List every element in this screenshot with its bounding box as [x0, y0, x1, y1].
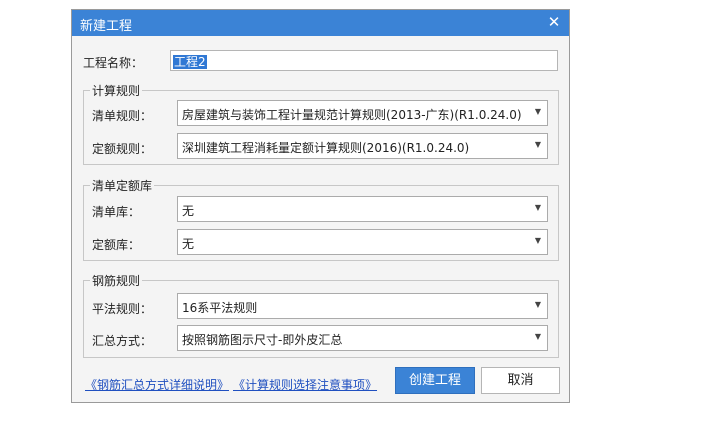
quota-rule-select[interactable]: 深圳建筑工程消耗量定额计算规则(2016)(R1.0.24.0) ▼ — [177, 133, 548, 159]
project-name-input[interactable]: 工程2 — [170, 50, 558, 71]
rebar-rules-legend: 钢筋规则 — [92, 274, 141, 288]
cancel-button[interactable]: 取消 — [481, 367, 560, 394]
close-icon[interactable]: ✕ — [545, 12, 563, 32]
quota-lib-value: 无 — [182, 237, 195, 251]
bill-rule-select[interactable]: 房屋建筑与装饰工程计量规范计算规则(2013-广东)(R1.0.24.0) ▼ — [177, 100, 548, 126]
flat-rule-label: 平法规则： — [92, 302, 153, 316]
bill-lib-label: 清单库： — [92, 205, 141, 219]
chevron-down-icon: ▼ — [534, 140, 541, 149]
quota-rule-label: 定额规则： — [92, 142, 153, 156]
project-name-label: 工程名称： — [83, 56, 144, 70]
chevron-down-icon: ▼ — [534, 332, 541, 341]
dialog-title: 新建工程 — [80, 19, 133, 34]
quota-lib-select[interactable]: 无 ▼ — [177, 229, 548, 255]
summary-value: 按照钢筋图示尺寸-即外皮汇总 — [182, 333, 343, 347]
chevron-down-icon: ▼ — [534, 236, 541, 245]
flat-rule-select[interactable]: 16系平法规则 ▼ — [177, 293, 548, 319]
quota-lib-label: 定额库： — [92, 238, 141, 252]
quota-rule-value: 深圳建筑工程消耗量定额计算规则(2016)(R1.0.24.0) — [182, 141, 470, 155]
bill-rule-label: 清单规则： — [92, 109, 153, 123]
chevron-down-icon: ▼ — [534, 107, 541, 116]
project-name-value: 工程2 — [173, 55, 207, 69]
dialog-titlebar: 新建工程 ✕ — [72, 10, 569, 36]
calc-rules-legend: 计算规则 — [92, 84, 141, 98]
calc-rule-notes-link[interactable]: 《计算规则选择注意事项》 — [233, 376, 377, 393]
bill-lib-select[interactable]: 无 ▼ — [177, 196, 548, 222]
new-project-dialog: 新建工程 ✕ 工程名称： 工程2 计算规则 清单规则： 房屋建筑与装饰工程计量规… — [71, 9, 570, 403]
summary-label: 汇总方式： — [92, 334, 153, 348]
chevron-down-icon: ▼ — [534, 300, 541, 309]
create-project-button[interactable]: 创建工程 — [395, 367, 475, 394]
flat-rule-value: 16系平法规则 — [182, 301, 258, 315]
summary-select[interactable]: 按照钢筋图示尺寸-即外皮汇总 ▼ — [177, 325, 548, 351]
chevron-down-icon: ▼ — [534, 203, 541, 212]
rebar-summary-help-link[interactable]: 《钢筋汇总方式详细说明》 — [85, 376, 229, 393]
bill-lib-value: 无 — [182, 204, 195, 218]
bill-rule-value: 房屋建筑与装饰工程计量规范计算规则(2013-广东)(R1.0.24.0) — [182, 108, 522, 122]
bill-quota-lib-legend: 清单定额库 — [92, 179, 153, 193]
